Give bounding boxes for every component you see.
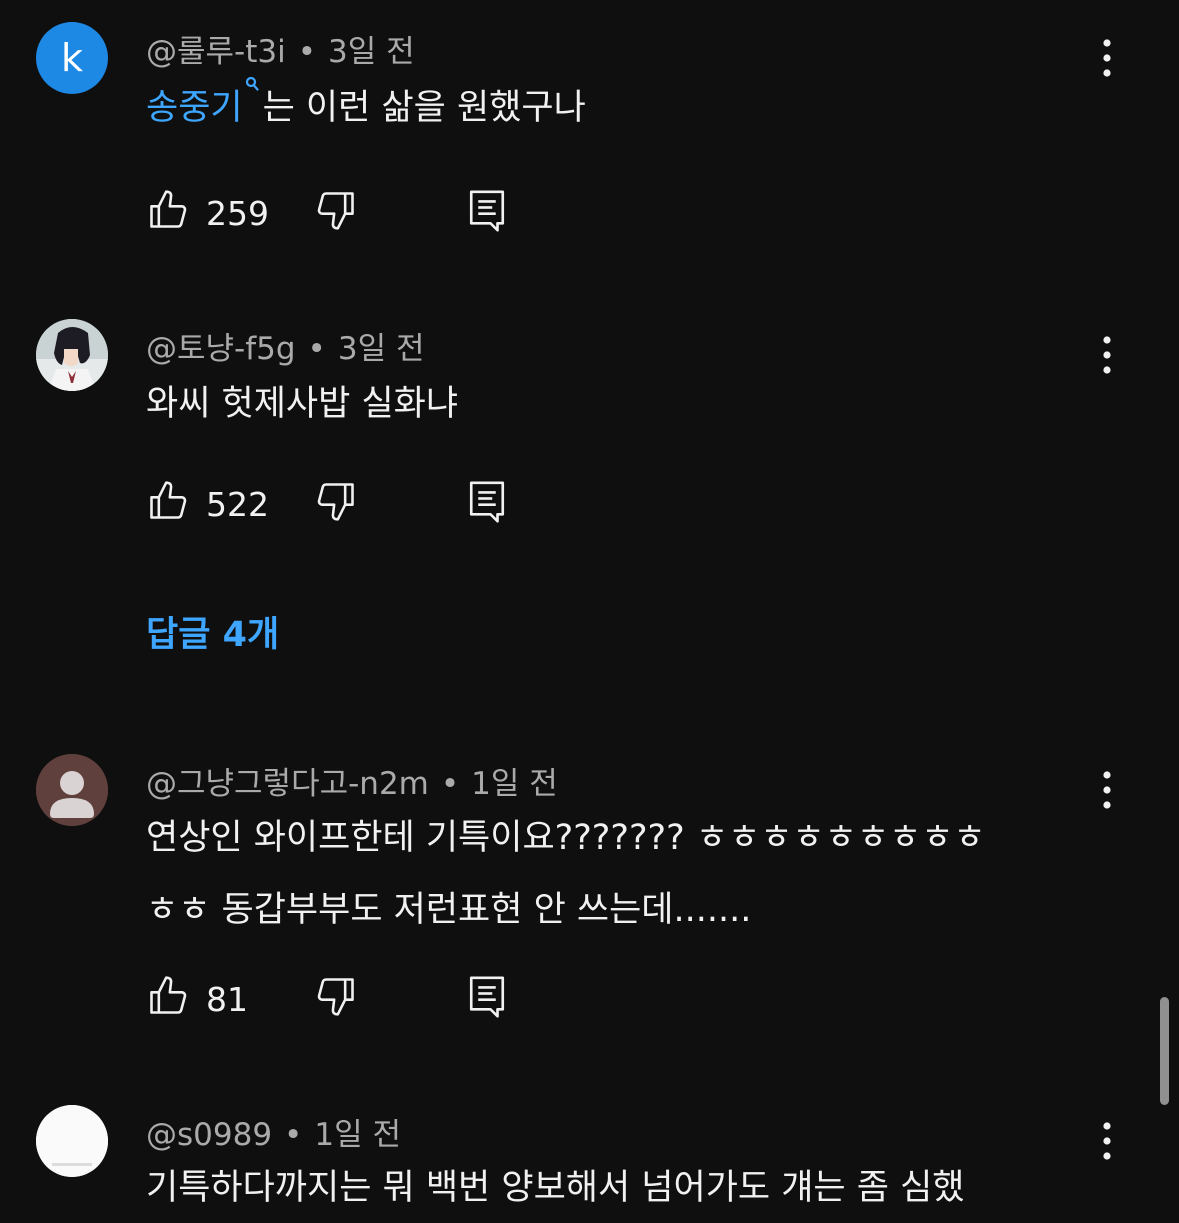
comment-text-line: 연상인 와이프한테 기특이요??????? ㅎㅎㅎㅎㅎㅎㅎㅎㅎ (146, 818, 986, 858)
meta-separator: • (307, 331, 326, 367)
comment-meta: @s0989 • 1일 전 (146, 1109, 401, 1154)
more-vert-icon[interactable] (1096, 335, 1118, 375)
more-vert-icon[interactable] (1096, 1121, 1118, 1161)
avatar-image (36, 319, 108, 391)
comment-time[interactable]: 1일 전 (314, 1117, 401, 1153)
avatar[interactable] (36, 754, 108, 826)
thumb-down-icon[interactable] (314, 188, 358, 232)
comment-text: 연상인 와이프한테 기특이요??????? ㅎㅎㅎㅎㅎㅎㅎㅎㅎ ㅎㅎ 동갑부부도… (146, 802, 1106, 946)
search-icon (245, 76, 259, 91)
comment-meta: @토냥-f5g • 3일 전 (146, 323, 424, 368)
comment-text: 송중기 는 이런 삶을 원했구나 (146, 72, 1106, 144)
meta-separator: • (440, 766, 460, 802)
reply-icon[interactable] (466, 974, 508, 1020)
thumb-up-icon[interactable] (146, 188, 190, 232)
avatar-letter: k (60, 36, 83, 80)
reply-icon[interactable] (466, 188, 508, 234)
avatar[interactable] (36, 1105, 108, 1177)
comment-author[interactable]: @룰루-t3i (146, 34, 286, 70)
person-icon (36, 754, 108, 826)
comment-author[interactable]: @s0989 (146, 1117, 272, 1153)
reply-icon[interactable] (466, 479, 508, 525)
replies-button[interactable]: 답글 4개 (146, 606, 279, 657)
comment-time[interactable]: 1일 전 (471, 766, 558, 802)
comment-text-line: ㅎㅎ 동갑부부도 저런표현 안 쓰는데....... (146, 890, 752, 930)
meta-separator: • (297, 34, 317, 70)
thumb-down-icon[interactable] (314, 974, 358, 1018)
mention-text: 송중기 (146, 88, 243, 128)
comment-actions: 259 (146, 188, 546, 236)
comment-actions: 81 (146, 974, 546, 1022)
comment-time[interactable]: 3일 전 (328, 34, 415, 70)
like-count: 522 (206, 485, 269, 524)
more-vert-icon[interactable] (1096, 770, 1118, 810)
avatar-image (36, 1105, 108, 1177)
comment-actions: 522 (146, 479, 546, 527)
comment-text: 와씨 헛제사밥 실화냐 (146, 384, 459, 424)
comment-text: 기특하다까지는 뭐 백번 양보해서 넘어가도 걔는 좀 심했 (146, 1168, 965, 1208)
like-count: 81 (206, 980, 248, 1019)
scrollbar[interactable] (1160, 997, 1169, 1105)
meta-separator: • (284, 1117, 303, 1153)
comment-meta: @그냥그렇다고-n2m • 1일 전 (146, 758, 558, 803)
comment-author[interactable]: @그냥그렇다고-n2m (146, 766, 429, 802)
more-vert-icon[interactable] (1096, 38, 1118, 78)
thumb-down-icon[interactable] (314, 479, 358, 523)
like-count: 259 (206, 194, 269, 233)
comment-meta: @룰루-t3i • 3일 전 (146, 26, 415, 71)
comment-time[interactable]: 3일 전 (338, 331, 425, 367)
avatar[interactable]: k (36, 22, 108, 94)
mention-link[interactable]: 송중기 (146, 76, 263, 128)
comment-body: 는 이런 삶을 원했구나 (262, 88, 586, 128)
comment-author[interactable]: @토냥-f5g (146, 331, 296, 367)
thumb-up-icon[interactable] (146, 974, 190, 1018)
thumb-up-icon[interactable] (146, 479, 190, 523)
avatar[interactable] (36, 319, 108, 391)
